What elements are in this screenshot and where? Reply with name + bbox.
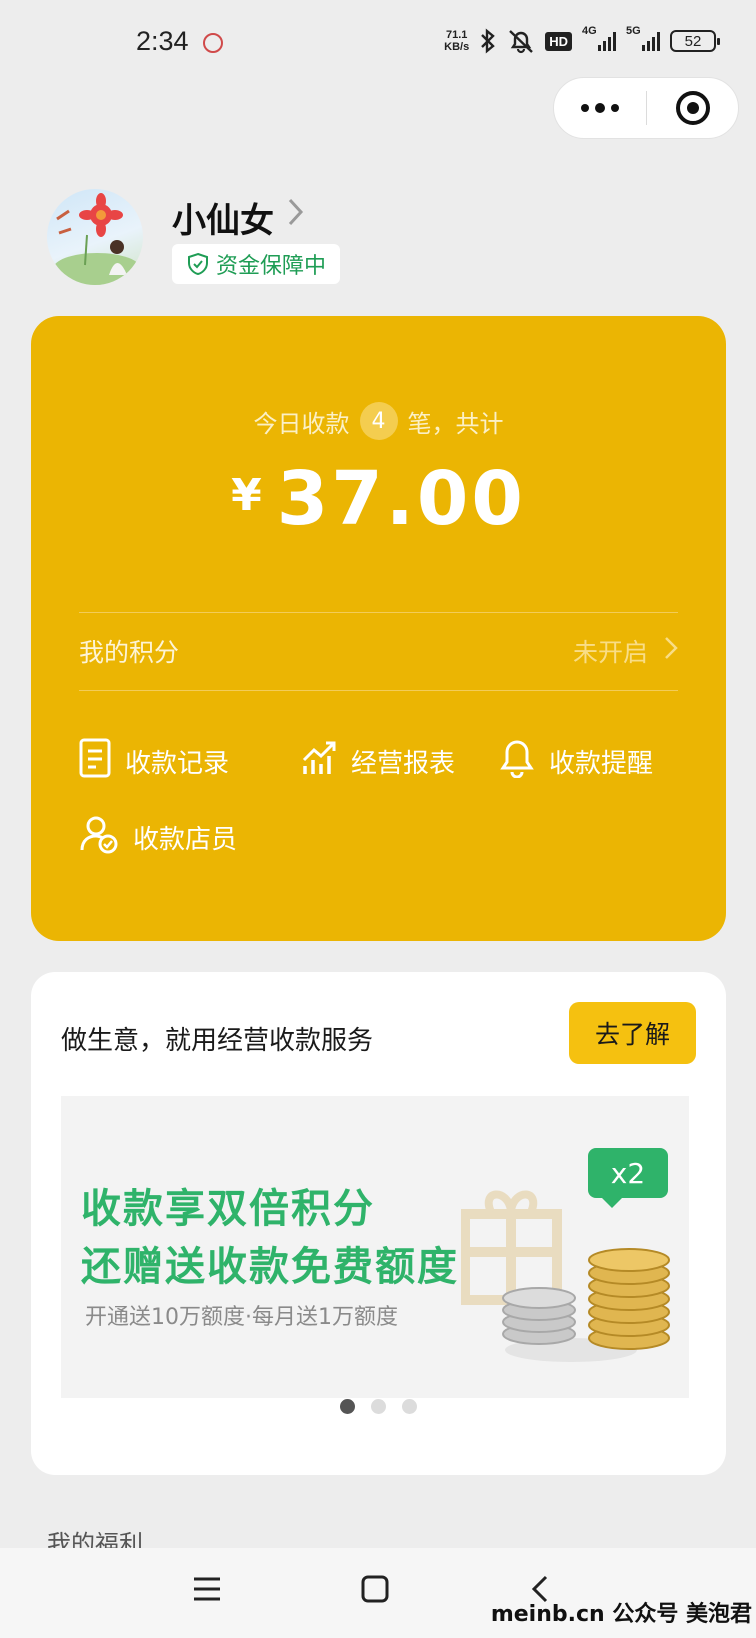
currency-symbol: ¥ bbox=[231, 470, 265, 521]
today-prefix: 今日收款 bbox=[253, 409, 350, 438]
mute-bell-icon bbox=[507, 28, 535, 54]
signal-5g-icon: 5G bbox=[626, 25, 660, 51]
collection-records-label: 收款记录 bbox=[125, 749, 230, 779]
more-dot-icon bbox=[611, 104, 619, 112]
carousel-dot[interactable] bbox=[402, 1399, 417, 1414]
points-row[interactable]: 我的积分 未开启 bbox=[79, 616, 678, 686]
fund-guarantee-badge[interactable]: 资金保障中 bbox=[172, 244, 341, 284]
collection-summary-card: 今日收款 4 笔，共计 ¥37.00 我的积分 未开启 收款记录 经营报表 收款… bbox=[31, 316, 726, 941]
mini-program-capsule bbox=[553, 77, 739, 139]
coins-gift-illustration bbox=[461, 1190, 670, 1362]
carousel-indicator bbox=[31, 1399, 726, 1414]
net-speed-value: 71.1 bbox=[445, 29, 468, 41]
amount-value: 37.00 bbox=[276, 456, 526, 542]
shield-check-icon bbox=[186, 252, 210, 282]
banner-headline-1: 收款享双倍积分 bbox=[81, 1186, 375, 1232]
status-time: 2:34 bbox=[136, 26, 189, 56]
more-menu-button[interactable] bbox=[554, 78, 646, 138]
bell-icon bbox=[499, 738, 535, 785]
today-count-badge: 4 bbox=[359, 402, 398, 440]
points-status-text: 未开启 bbox=[572, 638, 648, 667]
promo-card: 做生意，就用经营收款服务 去了解 收款享双倍积分 还赠送收款免费额度 开通送10… bbox=[31, 972, 726, 1475]
points-label: 我的积分 bbox=[79, 638, 180, 667]
battery-icon: 52 bbox=[670, 30, 720, 52]
divider bbox=[79, 612, 678, 613]
carousel-dot[interactable] bbox=[371, 1399, 386, 1414]
divider bbox=[79, 690, 678, 691]
banner-headline-2: 还赠送收款免费额度 bbox=[81, 1244, 459, 1290]
staff-check-icon bbox=[79, 814, 119, 861]
business-report-label: 经营报表 bbox=[351, 749, 456, 779]
promo-title: 做生意，就用经营收款服务 bbox=[61, 1026, 374, 1056]
close-mini-program-button[interactable] bbox=[647, 78, 738, 138]
today-amount: ¥37.00 bbox=[31, 456, 726, 542]
home-icon[interactable] bbox=[360, 1574, 390, 1608]
collection-reminder-button[interactable]: 收款提醒 bbox=[499, 738, 653, 785]
bluetooth-icon bbox=[479, 28, 497, 54]
document-icon bbox=[79, 738, 111, 785]
net-speed: 71.1 KB/s bbox=[444, 29, 469, 53]
today-collection-line: 今日收款 4 笔，共计 bbox=[31, 402, 726, 440]
signal-4g-icon: 4G bbox=[582, 25, 616, 51]
signal-4g-label: 4G bbox=[582, 25, 597, 37]
more-dot-icon bbox=[595, 103, 605, 113]
bar-chart-icon bbox=[301, 738, 337, 785]
collection-staff-label: 收款店员 bbox=[133, 825, 238, 855]
today-suffix: 笔，共计 bbox=[407, 409, 504, 438]
collection-records-button[interactable]: 收款记录 bbox=[79, 738, 229, 785]
more-dot-icon bbox=[581, 104, 589, 112]
watermark-text: meinb.cn 公众号 美泡君 bbox=[490, 1602, 752, 1627]
collection-staff-button[interactable]: 收款店员 bbox=[79, 814, 237, 861]
promo-banner[interactable]: 收款享双倍积分 还赠送收款免费额度 开通送10万额度·每月送1万额度 x2 bbox=[61, 1096, 689, 1398]
menu-icon[interactable] bbox=[192, 1574, 222, 1608]
target-icon bbox=[675, 91, 710, 125]
signal-5g-label: 5G bbox=[626, 25, 641, 37]
notification-app-icon bbox=[203, 33, 223, 53]
status-icons: 71.1 KB/s HD 4G 5G 52 bbox=[444, 25, 720, 54]
hd-voice-badge: HD bbox=[545, 31, 572, 51]
business-report-button[interactable]: 经营报表 bbox=[301, 738, 455, 785]
learn-more-button[interactable]: 去了解 bbox=[569, 1002, 696, 1064]
avatar[interactable] bbox=[47, 189, 143, 285]
carousel-dot-active[interactable] bbox=[340, 1399, 355, 1414]
system-nav-bar: meinb.cn 公众号 美泡君 bbox=[0, 1548, 756, 1638]
points-status: 未开启 bbox=[573, 633, 678, 669]
user-name[interactable]: 小仙女 bbox=[172, 193, 274, 242]
banner-subtitle: 开通送10万额度·每月送1万额度 bbox=[85, 1305, 398, 1330]
net-speed-unit: KB/s bbox=[444, 41, 470, 53]
chevron-right-icon[interactable] bbox=[286, 196, 306, 237]
chevron-right-icon bbox=[664, 636, 678, 666]
collection-reminder-label: 收款提醒 bbox=[549, 749, 654, 779]
guarantee-label: 资金保障中 bbox=[216, 254, 327, 279]
double-points-badge: x2 bbox=[588, 1148, 668, 1208]
